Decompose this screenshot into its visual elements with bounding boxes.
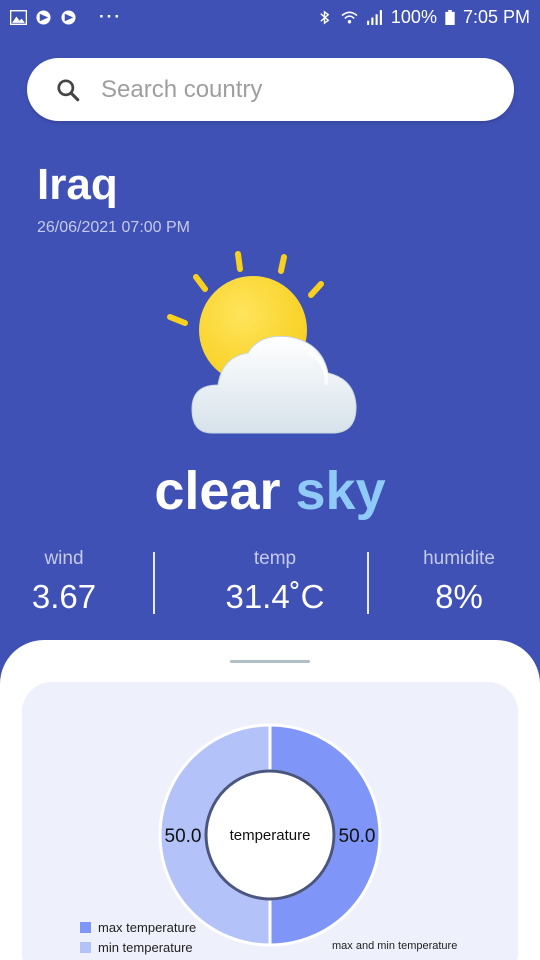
humidity-label: humidite [423, 548, 495, 569]
stat-divider [367, 552, 369, 614]
temp-stat: temp 31.4˚C [180, 548, 370, 616]
chart-card: 50.0 50.0 temperature max temperature min … [22, 682, 518, 960]
legend-label-min: min temperature [98, 939, 193, 955]
more-notifications-icon: ··· [99, 7, 122, 26]
stat-divider [153, 552, 155, 614]
drag-handle[interactable] [230, 660, 310, 663]
humidity-stat: humidite 8% [390, 548, 528, 616]
temp-value: 31.4˚C [225, 578, 325, 615]
slice-value-label: 50.0 [339, 826, 376, 847]
search-bar[interactable] [27, 58, 514, 121]
battery-icon [445, 9, 455, 25]
condition-word-1: clear [154, 461, 281, 521]
battery-percentage: 100% [390, 6, 437, 27]
country-name: Iraq [37, 160, 118, 209]
wifi-icon [341, 11, 358, 23]
clock: 7:05 PM [462, 6, 530, 27]
legend-swatch-min [80, 941, 91, 953]
slice-value-label: 50.0 [165, 826, 202, 847]
bluetooth-icon [320, 9, 330, 25]
chart-caption: max and min temperature [332, 940, 458, 952]
legend-item-min: min temperature [80, 937, 196, 957]
wind-label: wind [44, 548, 84, 569]
wind-value: 3.67 [31, 578, 97, 615]
wind-stat: wind 3.67 [0, 548, 128, 616]
weather-condition: clear sky [0, 460, 540, 522]
status-left: ··· [10, 7, 122, 27]
gallery-icon [10, 9, 27, 25]
search-input[interactable] [101, 75, 481, 104]
donut-center-label: temperature [230, 827, 311, 844]
search-icon [57, 78, 80, 101]
weather-stats: wind 3.67 temp 31.4˚C humidite 8% [0, 548, 540, 616]
temp-label: temp [253, 548, 297, 569]
humidity-value: 8% [435, 578, 483, 615]
signal-icon [366, 9, 382, 25]
chart-legend: max temperature min temperature [80, 917, 196, 957]
bottom-sheet[interactable]: 50.0 50.0 temperature max temperature min … [0, 640, 540, 960]
play-icon [61, 9, 76, 25]
status-right: 100% 7:05 PM [316, 7, 530, 28]
condition-word-2: sky [295, 461, 386, 521]
play-icon [36, 9, 51, 25]
legend-label-max: max temperature [98, 919, 197, 935]
legend-swatch-max [80, 921, 91, 933]
status-bar: ··· 100% 7:05 PM [0, 0, 540, 34]
legend-item-max: max temperature [80, 917, 196, 937]
date-time: 26/06/2021 07:00 PM [37, 219, 191, 236]
partly-cloudy-icon [167, 251, 357, 434]
